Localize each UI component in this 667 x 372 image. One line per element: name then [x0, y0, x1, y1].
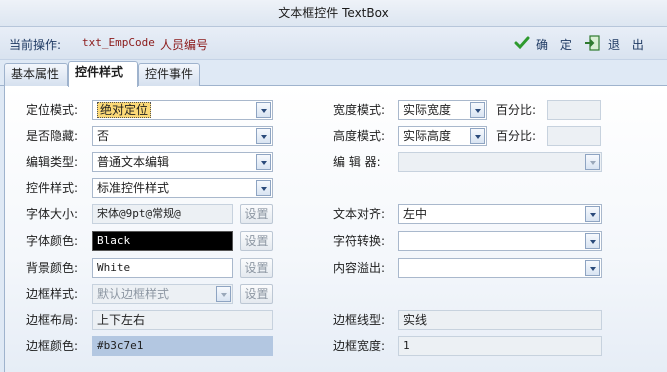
- border-layout-field: 上下左右: [92, 310, 273, 330]
- operation-bar: 当前操作: txt_EmpCode 人员编号 确 定 退 出: [0, 27, 667, 60]
- font-size-field: 宋体@9pt@常规@: [92, 204, 233, 224]
- hidden-select[interactable]: 否: [92, 126, 273, 146]
- char-convert-select[interactable]: [398, 231, 602, 251]
- hidden-label: 是否隐藏:: [26, 129, 79, 143]
- border-width-field: 1: [398, 336, 602, 356]
- confirm-button[interactable]: 确 定: [514, 33, 576, 55]
- overflow-label: 内容溢出:: [333, 261, 386, 275]
- hidden-value: 否: [97, 129, 110, 143]
- text-align-select[interactable]: 左中: [398, 204, 602, 224]
- exit-button[interactable]: 退 出: [584, 33, 648, 55]
- border-style-label: 边框样式:: [26, 287, 79, 301]
- editor-select: [398, 152, 602, 172]
- font-size-label: 字体大小:: [26, 207, 79, 221]
- position-mode-label: 定位模式:: [26, 103, 79, 117]
- text-align-label: 文本对齐:: [333, 207, 386, 221]
- border-color-label: 边框颜色:: [26, 339, 79, 353]
- edit-type-label: 编辑类型:: [26, 155, 79, 169]
- chevron-down-icon[interactable]: [585, 260, 600, 276]
- control-style-value: 标准控件样式: [97, 181, 170, 195]
- chevron-down-icon[interactable]: [256, 154, 271, 170]
- border-line-label: 边框线型:: [333, 313, 386, 327]
- chevron-down-icon[interactable]: [470, 128, 485, 144]
- bg-color-set-button[interactable]: 设置: [240, 258, 273, 278]
- chevron-down-icon: [216, 286, 231, 302]
- control-style-label: 控件样式:: [26, 181, 79, 195]
- confirm-label: 确 定: [536, 37, 576, 52]
- height-mode-select[interactable]: 实际高度: [398, 126, 487, 146]
- height-pct-label: 百分比:: [496, 129, 537, 143]
- width-pct-field: [547, 100, 601, 120]
- chevron-down-icon[interactable]: [470, 102, 485, 118]
- position-mode-value: 绝对定位: [97, 102, 152, 118]
- tab-basic-properties[interactable]: 基本属性: [4, 63, 68, 86]
- window-title: 文本框控件 TextBox: [0, 0, 667, 27]
- width-pct-label: 百分比:: [496, 103, 537, 117]
- editor-label: 编 辑 器:: [333, 155, 381, 169]
- control-code: txt_EmpCode: [82, 36, 155, 49]
- width-mode-select[interactable]: 实际宽度: [398, 100, 487, 120]
- border-color-field: #b3c7e1: [92, 336, 273, 356]
- chevron-down-icon[interactable]: [256, 102, 271, 118]
- width-mode-value: 实际宽度: [403, 103, 452, 117]
- style-panel: 定位模式: 绝对定位 是否隐藏: 否 编辑类型: 普通文本编辑 控件样式: 标准…: [4, 86, 667, 372]
- control-style-select[interactable]: 标准控件样式: [92, 178, 273, 198]
- edit-type-select[interactable]: 普通文本编辑: [92, 152, 273, 172]
- border-style-value: 默认边框样式: [97, 287, 170, 301]
- exit-label: 退 出: [608, 37, 648, 52]
- border-layout-label: 边框布局:: [26, 313, 79, 327]
- chevron-down-icon[interactable]: [256, 128, 271, 144]
- border-style-set-button[interactable]: 设置: [240, 284, 273, 304]
- chevron-down-icon: [585, 154, 600, 170]
- border-width-label: 边框宽度:: [333, 339, 386, 353]
- width-mode-label: 宽度模式:: [333, 103, 386, 117]
- overflow-select[interactable]: [398, 258, 602, 278]
- chevron-down-icon[interactable]: [585, 206, 600, 222]
- text-align-value: 左中: [403, 207, 428, 221]
- exit-door-icon: [584, 34, 602, 55]
- bg-color-label: 背景颜色:: [26, 261, 79, 275]
- control-name: 人员编号: [160, 38, 209, 52]
- font-size-set-button[interactable]: 设置: [240, 204, 273, 224]
- font-color-set-button[interactable]: 设置: [240, 231, 273, 251]
- height-mode-label: 高度模式:: [333, 129, 386, 143]
- height-pct-field: [547, 126, 601, 146]
- tab-control-events[interactable]: 控件事件: [138, 63, 200, 86]
- edit-type-value: 普通文本编辑: [97, 155, 170, 169]
- char-convert-label: 字符转换:: [333, 234, 386, 248]
- font-color-label: 字体颜色:: [26, 234, 79, 248]
- tab-control-style[interactable]: 控件样式: [68, 61, 138, 87]
- checkmark-icon: [514, 35, 530, 54]
- height-mode-value: 实际高度: [403, 129, 452, 143]
- border-style-select: 默认边框样式: [92, 284, 233, 304]
- chevron-down-icon[interactable]: [585, 233, 600, 249]
- font-color-field: Black: [92, 231, 233, 251]
- chevron-down-icon[interactable]: [256, 180, 271, 196]
- border-line-field: 实线: [398, 310, 602, 330]
- position-mode-select[interactable]: 绝对定位: [92, 100, 273, 120]
- bg-color-field: White: [92, 258, 233, 278]
- current-op-label: 当前操作:: [9, 38, 62, 52]
- tab-bar: 基本属性 控件样式 控件事件: [0, 60, 667, 87]
